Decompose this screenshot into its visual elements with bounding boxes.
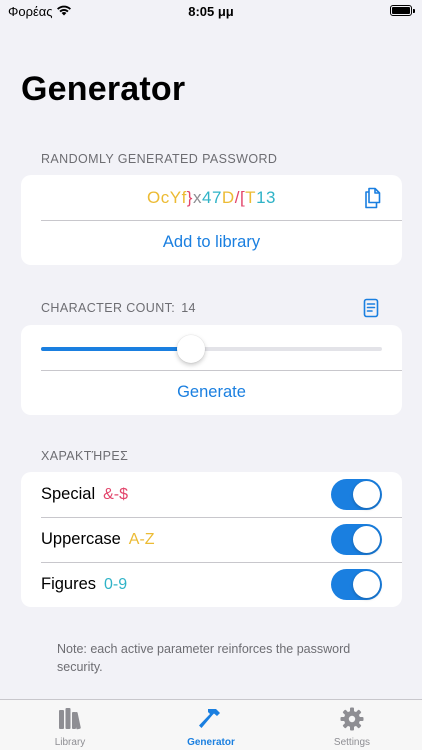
option-figures-label-group: Figures 0-9 [41, 562, 127, 607]
hammer-icon [199, 709, 220, 728]
option-special-label: Special [41, 485, 96, 503]
character-count-slider[interactable] [41, 335, 382, 363]
battery-icon [390, 5, 415, 16]
special-toggle[interactable] [331, 479, 382, 510]
password-char: 3 [266, 188, 276, 207]
characters-section-header: ΧΑΡΑΚΤΉΡΕΣ [41, 449, 129, 463]
character-count-value: 14 [181, 301, 196, 315]
generate-button[interactable]: Generate [21, 370, 402, 415]
generated-password: OcYf}x47D/[T13 [21, 175, 402, 220]
password-char: Y [169, 188, 182, 207]
option-special-label-group: Special &-$ [41, 472, 128, 517]
tab-bar: Library Generator Settings [0, 699, 422, 750]
option-special-sample: &-$ [103, 486, 129, 503]
password-char: 4 [201, 188, 212, 207]
password-char: O [146, 188, 161, 207]
tab-settings-label: Settings [333, 737, 371, 748]
option-figures-label: Figures [41, 575, 97, 593]
status-time: 8:05 μμ [188, 4, 234, 19]
character-count-header: CHARACTER COUNT: 14 [41, 301, 196, 315]
page-title: Generator [21, 70, 186, 108]
tab-library-label: Library [54, 737, 86, 748]
characters-card: Special &-$ Uppercase A-Z Figures 0-9 [21, 472, 402, 607]
figures-toggle[interactable] [331, 569, 382, 600]
option-uppercase-label-group: Uppercase A-Z [41, 517, 155, 562]
security-note: Note: each active parameter reinforces t… [57, 642, 351, 674]
option-figures-row: Figures 0-9 [21, 562, 402, 607]
password-section-header: RANDOMLY GENERATED PASSWORD [41, 152, 278, 166]
slider-fill [41, 347, 192, 351]
toggle-knob [353, 526, 380, 553]
password-char: 7 [211, 188, 222, 207]
option-special-row: Special &-$ [21, 472, 402, 517]
add-to-library-button[interactable]: Add to library [21, 220, 402, 265]
option-figures-sample: 0-9 [104, 576, 128, 593]
tab-settings[interactable]: Settings [282, 700, 422, 750]
tab-library[interactable]: Library [0, 700, 140, 750]
books-icon [59, 708, 81, 730]
password-char: x [192, 188, 202, 207]
copy-icon[interactable] [364, 187, 382, 209]
password-char: D [221, 188, 235, 207]
slider-row [21, 325, 402, 370]
gear-icon [340, 707, 364, 731]
password-card: OcYf}x47D/[T13 Add to library [21, 175, 402, 265]
password-char: T [245, 188, 257, 207]
option-uppercase-sample: A-Z [128, 531, 155, 548]
slider-thumb[interactable] [177, 335, 206, 363]
toggle-knob [353, 481, 380, 508]
tab-generator[interactable]: Generator [141, 700, 281, 750]
tab-generator-label: Generator [187, 737, 235, 748]
password-char: 1 [256, 188, 267, 207]
character-count-label: CHARACTER COUNT: [41, 301, 176, 315]
generate-row: Generate [21, 370, 402, 415]
option-uppercase-label: Uppercase [41, 530, 121, 548]
document-list-icon[interactable] [363, 298, 379, 318]
add-row: Add to library [21, 220, 402, 265]
toggle-knob [353, 571, 380, 598]
uppercase-toggle[interactable] [331, 524, 382, 555]
password-row: OcYf}x47D/[T13 [21, 175, 402, 220]
status-bar: Φορέας 8:05 μμ [0, 0, 422, 24]
password-char: c [160, 188, 170, 207]
option-uppercase-row: Uppercase A-Z [21, 517, 402, 562]
count-card: Generate [21, 325, 402, 415]
